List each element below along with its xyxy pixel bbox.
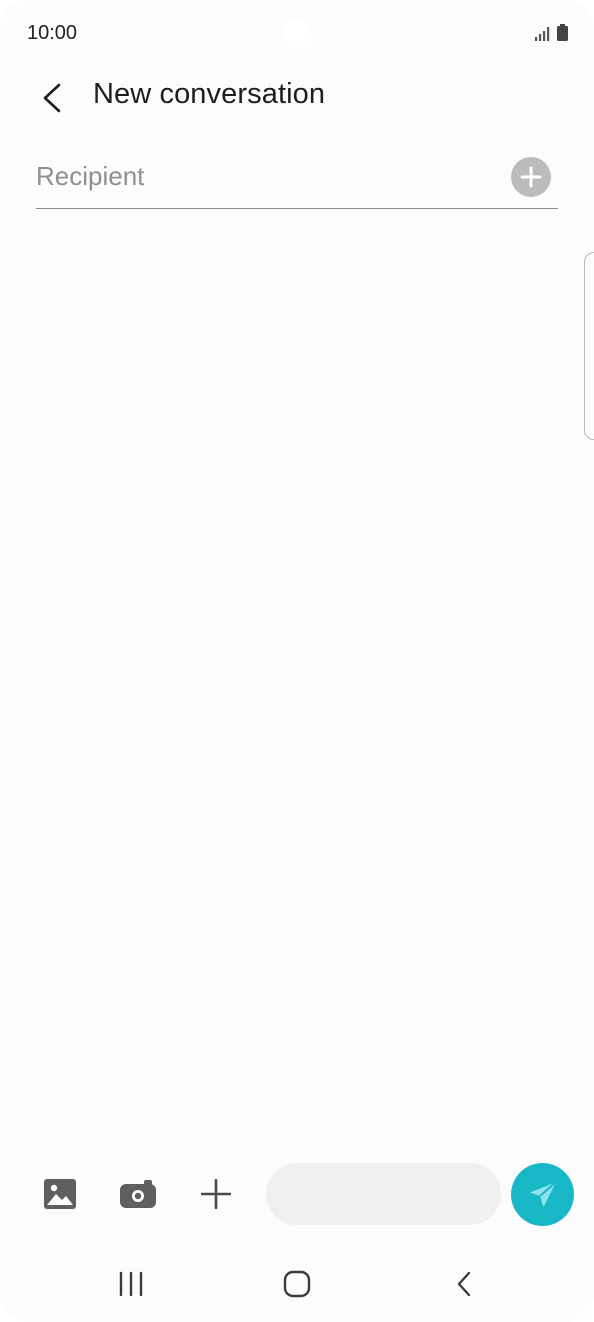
- nav-back-button[interactable]: [440, 1262, 488, 1306]
- recipient-input[interactable]: [36, 156, 496, 196]
- send-icon: [529, 1180, 557, 1207]
- send-button[interactable]: [511, 1163, 574, 1226]
- camera-button[interactable]: [118, 1174, 158, 1214]
- signal-icon: [535, 27, 551, 46]
- page-title: New conversation: [93, 78, 326, 110]
- image-icon: [44, 1179, 76, 1209]
- plus-circle-icon: [520, 166, 542, 188]
- recents-button[interactable]: [107, 1262, 155, 1306]
- back-button[interactable]: [30, 76, 74, 120]
- message-input[interactable]: [266, 1163, 501, 1225]
- add-recipient-button[interactable]: [511, 157, 551, 197]
- battery-icon: [557, 24, 568, 46]
- home-button[interactable]: [273, 1262, 321, 1306]
- new-conversation-screen: 10:00 New conversation Recipient: [0, 0, 594, 1322]
- recents-icon: [119, 1271, 143, 1297]
- status-time: 10:00: [27, 22, 78, 44]
- back-icon: [457, 1271, 471, 1297]
- edge-panel-handle[interactable]: [584, 252, 594, 440]
- app-header: New conversation: [0, 68, 594, 126]
- gallery-button[interactable]: [40, 1174, 80, 1214]
- compose-bar: [0, 1160, 594, 1230]
- recipient-row: [36, 150, 558, 209]
- status-bar: 10:00: [0, 0, 594, 68]
- camera-icon: [120, 1180, 156, 1208]
- back-arrow-icon: [43, 83, 61, 113]
- system-nav-bar: [0, 1250, 594, 1316]
- home-icon: [283, 1270, 311, 1298]
- plus-icon: [201, 1179, 231, 1209]
- more-attachments-button[interactable]: [196, 1174, 236, 1214]
- camera-cutout: [283, 20, 311, 48]
- status-icons: [535, 24, 568, 46]
